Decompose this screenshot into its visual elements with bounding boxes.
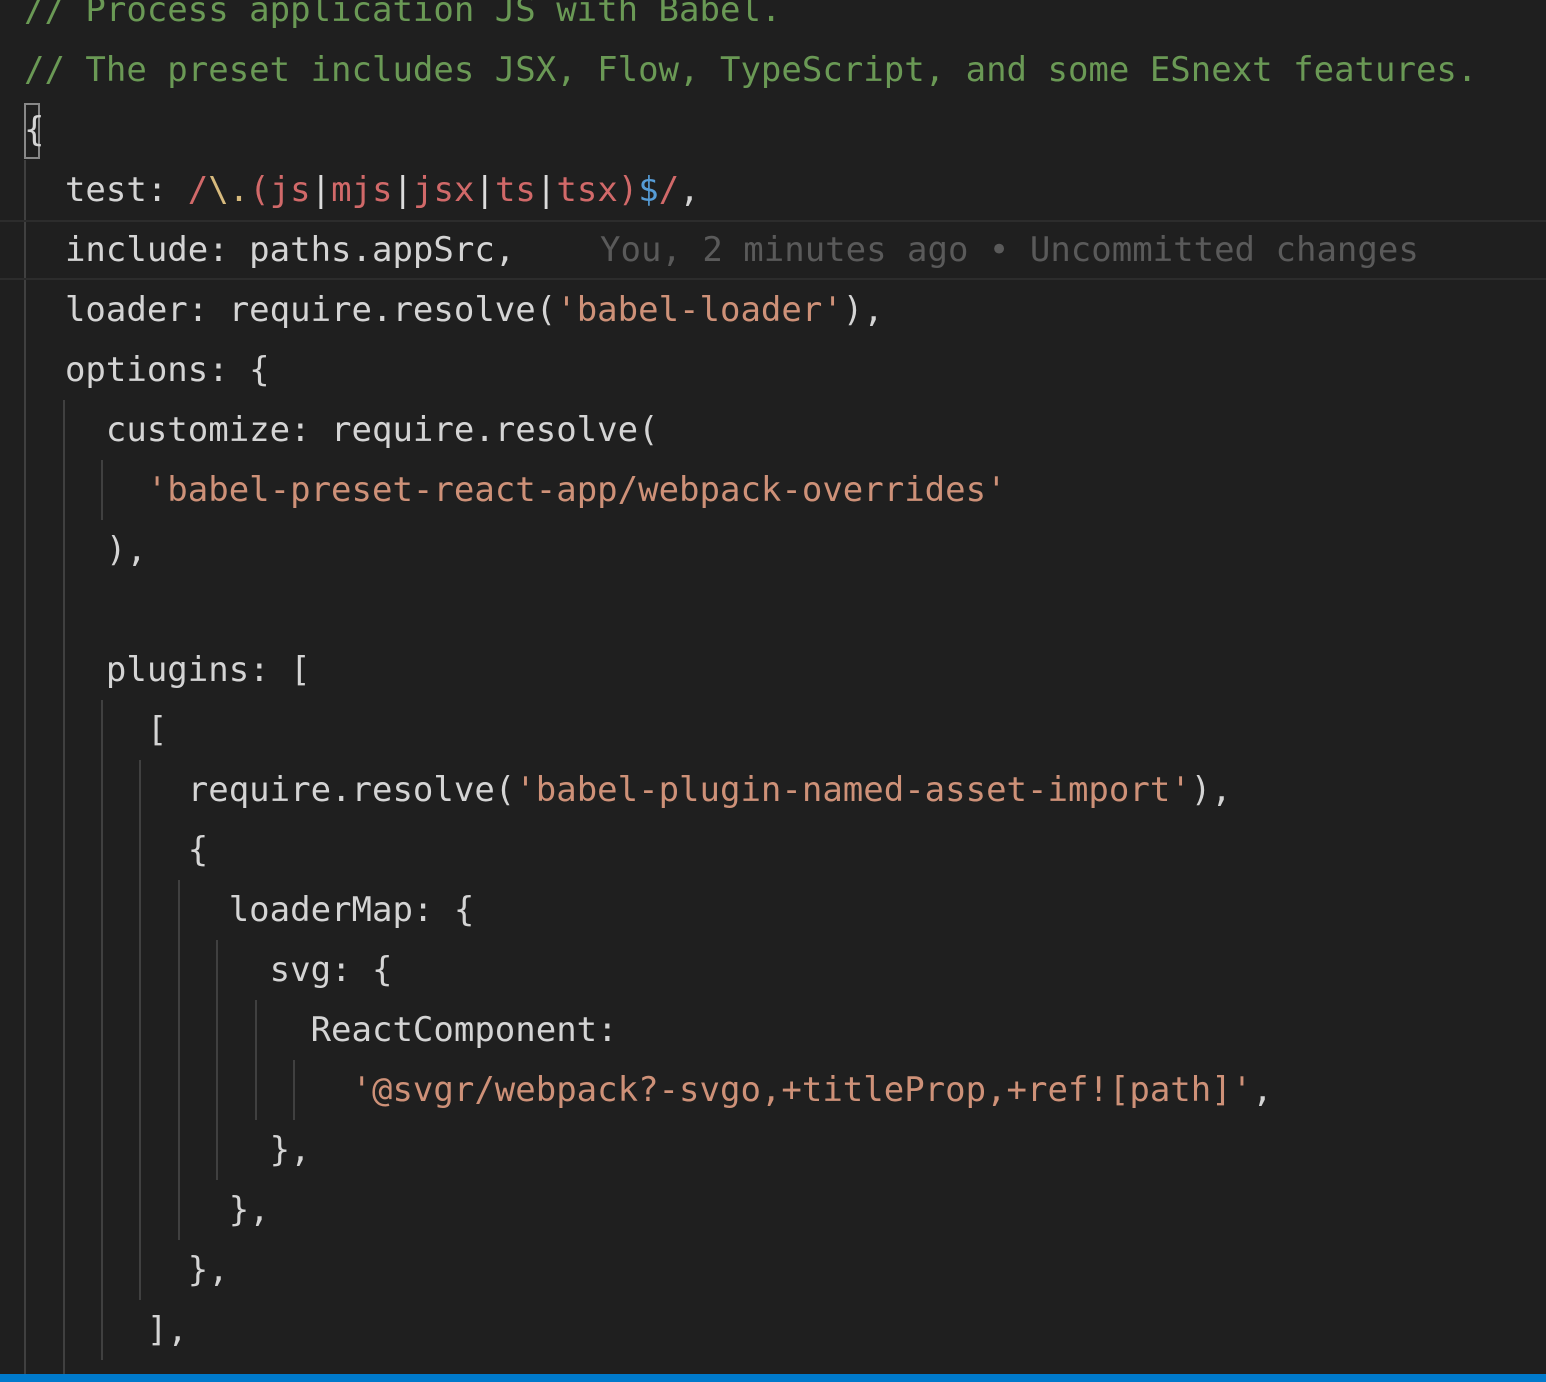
code-line[interactable]: customize: require.resolve( bbox=[0, 400, 1546, 460]
code-line[interactable]: }, bbox=[0, 1240, 1546, 1300]
code-line-content: loaderMap: { bbox=[24, 880, 475, 940]
code-line-content: ReactComponent: bbox=[24, 1000, 618, 1060]
code-token: include: paths.appSrc, bbox=[24, 230, 516, 270]
code-token: | bbox=[535, 170, 557, 210]
code-line-content: test: /\.(js|mjs|jsx|ts|tsx)$/, bbox=[24, 160, 700, 220]
code-token: \. bbox=[208, 170, 250, 210]
code-token: ) bbox=[617, 170, 639, 210]
code-token: plugins: [ bbox=[24, 650, 311, 690]
code-line[interactable]: ), bbox=[0, 520, 1546, 580]
code-token: svg: { bbox=[24, 950, 393, 990]
code-editor[interactable]: // Process application JS with Babel. // … bbox=[0, 0, 1546, 1382]
code-line-content: [ bbox=[24, 700, 167, 760]
code-line[interactable]: // Process application JS with Babel. bbox=[0, 0, 1546, 40]
code-line[interactable]: { bbox=[0, 100, 1546, 160]
code-line[interactable]: 'babel-preset-react-app/webpack-override… bbox=[0, 460, 1546, 520]
code-line-content: }, bbox=[24, 1120, 311, 1180]
code-line[interactable]: options: { bbox=[0, 340, 1546, 400]
code-token: ( bbox=[249, 170, 270, 210]
code-token: jsx bbox=[413, 170, 475, 210]
code-token: }, bbox=[24, 1130, 311, 1170]
code-line-content: customize: require.resolve( bbox=[24, 400, 659, 460]
code-token: customize: require.resolve( bbox=[24, 410, 659, 450]
code-line-content: include: paths.appSrc, bbox=[24, 222, 515, 278]
code-token: ], bbox=[24, 1310, 188, 1350]
code-line[interactable]: }, bbox=[0, 1180, 1546, 1240]
code-line-content: 'babel-preset-react-app/webpack-override… bbox=[24, 460, 1007, 520]
code-line[interactable]: }, bbox=[0, 1120, 1546, 1180]
code-token: js bbox=[269, 170, 311, 210]
code-line[interactable]: // The preset includes JSX, Flow, TypeSc… bbox=[0, 40, 1546, 100]
code-line-content: { bbox=[24, 820, 208, 880]
code-line[interactable]: svg: { bbox=[0, 940, 1546, 1000]
code-token: [ bbox=[24, 710, 168, 750]
code-line-content: // Process application JS with Babel. bbox=[24, 0, 781, 40]
code-line-content: require.resolve('babel-plugin-named-asse… bbox=[24, 760, 1232, 820]
code-line[interactable]: include: paths.appSrc, You, 2 minutes ago… bbox=[0, 220, 1546, 280]
code-line-content: }, bbox=[24, 1180, 270, 1240]
code-token: , bbox=[1252, 1070, 1273, 1110]
code-token: $ bbox=[638, 170, 659, 210]
code-line[interactable] bbox=[0, 580, 1546, 640]
code-token: 'babel-preset-react-app/webpack-override… bbox=[146, 470, 1007, 510]
code-token: loaderMap: { bbox=[24, 890, 475, 930]
code-token: 'babel-loader' bbox=[556, 290, 843, 330]
code-token: // The preset includes JSX, Flow, TypeSc… bbox=[24, 50, 1478, 90]
code-line-content: ], bbox=[24, 1300, 188, 1360]
code-token: , bbox=[679, 170, 700, 210]
code-line-content: svg: { bbox=[24, 940, 393, 1000]
code-line[interactable]: plugins: [ bbox=[0, 640, 1546, 700]
code-line-content: { bbox=[24, 100, 44, 160]
git-blame-annotation: You, 2 minutes ago • Uncommitted changes bbox=[600, 230, 1419, 270]
code-token: '@svgr/webpack?-svgo,+titleProp,+ref![pa… bbox=[351, 1070, 1253, 1110]
code-token: ), bbox=[24, 530, 147, 570]
code-token: { bbox=[24, 110, 45, 150]
code-token: | bbox=[392, 170, 414, 210]
code-token: ReactComponent: bbox=[24, 1010, 618, 1050]
code-line[interactable]: test: /\.(js|mjs|jsx|ts|tsx)$/, bbox=[0, 160, 1546, 220]
code-line-content: }, bbox=[24, 1240, 229, 1300]
code-token: loader: require.resolve( bbox=[24, 290, 557, 330]
code-token: { bbox=[24, 830, 209, 870]
code-token: / bbox=[658, 170, 680, 210]
code-line[interactable]: { bbox=[0, 820, 1546, 880]
code-token: | bbox=[310, 170, 332, 210]
code-token: ts bbox=[494, 170, 536, 210]
code-line-content: plugins: [ bbox=[24, 640, 311, 700]
code-token: 'babel-plugin-named-asset-import' bbox=[515, 770, 1191, 810]
code-line-content: options: { bbox=[24, 340, 270, 400]
code-token: ), bbox=[1190, 770, 1232, 810]
code-line-content: // The preset includes JSX, Flow, TypeSc… bbox=[24, 40, 1477, 100]
code-token: }, bbox=[24, 1190, 270, 1230]
code-token: | bbox=[474, 170, 495, 210]
code-token: require.resolve( bbox=[24, 770, 516, 810]
code-token: / bbox=[187, 170, 209, 210]
code-token: options: { bbox=[24, 350, 270, 390]
code-line[interactable]: [ bbox=[0, 700, 1546, 760]
code-line[interactable]: require.resolve('babel-plugin-named-asse… bbox=[0, 760, 1546, 820]
code-line[interactable]: '@svgr/webpack?-svgo,+titleProp,+ref![pa… bbox=[0, 1060, 1546, 1120]
status-bar bbox=[0, 1374, 1546, 1382]
code-line-content: '@svgr/webpack?-svgo,+titleProp,+ref![pa… bbox=[24, 1060, 1273, 1120]
code-token: // Process application JS with Babel. bbox=[24, 0, 782, 30]
code-line[interactable]: loader: require.resolve('babel-loader'), bbox=[0, 280, 1546, 340]
code-line[interactable]: ], bbox=[0, 1300, 1546, 1360]
code-token: test: bbox=[24, 170, 188, 210]
code-line-content: ), bbox=[24, 520, 147, 580]
code-line-content: loader: require.resolve('babel-loader'), bbox=[24, 280, 884, 340]
code-token: mjs bbox=[331, 170, 393, 210]
code-token: tsx bbox=[556, 170, 618, 210]
code-line[interactable]: loaderMap: { bbox=[0, 880, 1546, 940]
code-line[interactable]: ReactComponent: bbox=[0, 1000, 1546, 1060]
code-token: }, bbox=[24, 1250, 229, 1290]
code-token: ), bbox=[842, 290, 884, 330]
